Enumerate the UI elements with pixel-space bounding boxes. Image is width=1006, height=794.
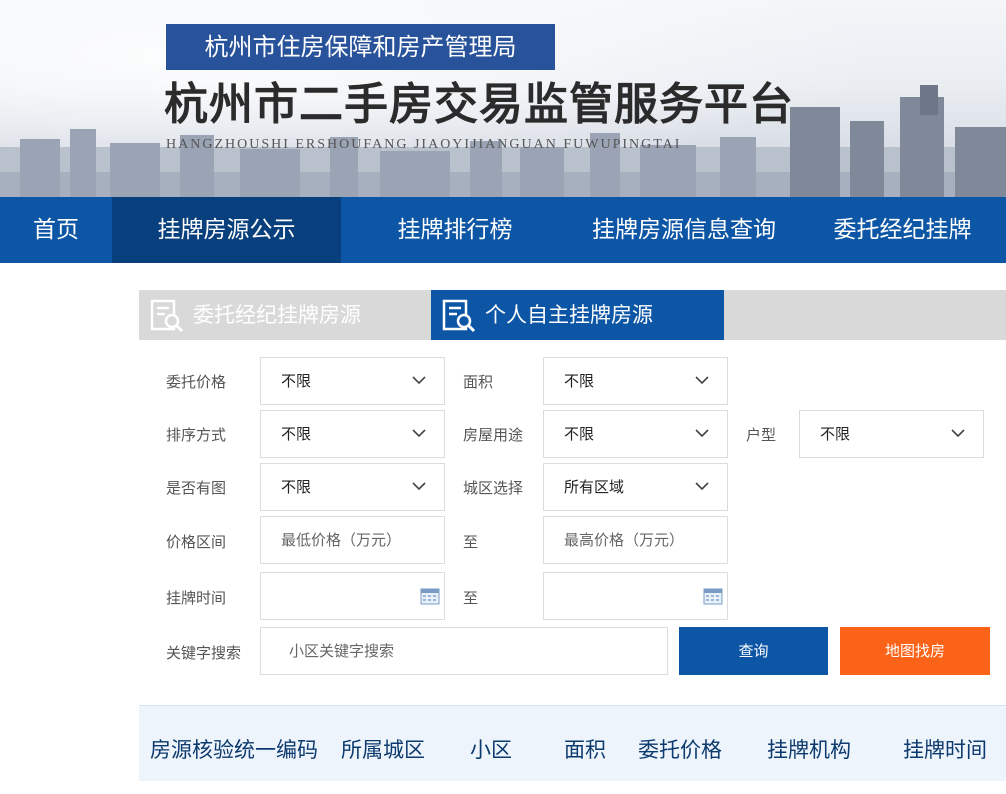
tab-personal-listings[interactable]: 个人自主挂牌房源	[431, 290, 724, 340]
nav-item-ranking[interactable]: 挂牌排行榜	[341, 197, 569, 263]
tab-broker-listings[interactable]: 委托经纪挂牌房源	[139, 290, 431, 340]
sort-label: 排序方式	[166, 426, 227, 444]
price-select-value: 不限	[281, 372, 312, 390]
chevron-down-icon	[412, 376, 426, 385]
chevron-down-icon	[412, 429, 426, 438]
chevron-down-icon	[951, 429, 965, 438]
map-search-button[interactable]: 地图找房	[840, 627, 990, 675]
price-range-label: 价格区间	[166, 533, 227, 551]
header-banner: 杭州市住房保障和房产管理局 杭州市二手房交易监管服务平台 HANGZHOUSHI…	[0, 0, 1006, 197]
keyword-search-box	[260, 627, 668, 675]
min-price-input[interactable]: 最低价格（万元）	[260, 516, 445, 564]
price-select[interactable]: 不限	[260, 357, 445, 405]
keyword-search-input[interactable]	[261, 628, 667, 674]
layout-label: 户型	[746, 426, 777, 444]
area-label: 面积	[463, 373, 494, 391]
min-price-placeholder: 最低价格（万元）	[281, 531, 402, 549]
price-label: 委托价格	[166, 373, 227, 391]
price-range-to-label: 至	[463, 533, 479, 551]
tab-bar-filler	[724, 290, 1006, 340]
nav-item-listing-publicity[interactable]: 挂牌房源公示	[112, 197, 341, 263]
main-nav: 首页 挂牌房源公示 挂牌排行榜 挂牌房源信息查询 委托经纪挂牌	[0, 197, 1006, 263]
has-photo-label: 是否有图	[166, 479, 227, 497]
chevron-down-icon	[695, 376, 709, 385]
area-select-value: 不限	[564, 372, 595, 390]
list-time-start-input[interactable]	[260, 572, 445, 620]
query-button[interactable]: 查询	[679, 627, 828, 675]
column-header-list-time: 挂牌时间	[903, 738, 987, 762]
sort-select-value: 不限	[281, 425, 312, 443]
tab-personal-listings-label: 个人自主挂牌房源	[485, 303, 653, 327]
list-time-end-input[interactable]	[543, 572, 728, 620]
platform-title: 杭州市二手房交易监管服务平台	[164, 79, 794, 130]
district-select[interactable]: 所有区域	[543, 463, 728, 511]
column-header-community: 小区	[470, 738, 512, 762]
nav-item-broker-listing[interactable]: 委托经纪挂牌	[799, 197, 1006, 263]
calendar-icon[interactable]	[703, 587, 723, 605]
column-header-price: 委托价格	[638, 738, 722, 762]
chevron-down-icon	[412, 482, 426, 491]
chevron-down-icon	[695, 482, 709, 491]
document-search-icon	[442, 299, 476, 333]
layout-select-value: 不限	[820, 425, 851, 443]
agency-name: 杭州市住房保障和房产管理局	[204, 33, 517, 61]
calendar-icon[interactable]	[420, 587, 440, 605]
keyword-label: 关键字搜索	[166, 644, 242, 662]
nav-item-home[interactable]: 首页	[0, 197, 112, 263]
layout-select[interactable]: 不限	[799, 410, 984, 458]
district-select-value: 所有区域	[564, 478, 625, 496]
column-header-district: 所属城区	[341, 738, 425, 762]
list-time-label: 挂牌时间	[166, 589, 227, 607]
sort-select[interactable]: 不限	[260, 410, 445, 458]
usage-label: 房屋用途	[463, 426, 524, 444]
column-header-listing-code: 房源核验统一编码	[150, 738, 318, 762]
usage-select-value: 不限	[564, 425, 595, 443]
document-search-icon	[150, 299, 184, 333]
list-time-to-label: 至	[463, 589, 479, 607]
results-table-header: 房源核验统一编码 所属城区 小区 面积 委托价格 挂牌机构 挂牌时间	[139, 705, 1006, 781]
has-photo-select-value: 不限	[281, 478, 312, 496]
max-price-placeholder: 最高价格（万元）	[564, 531, 685, 549]
column-header-agency: 挂牌机构	[767, 738, 851, 762]
column-header-area: 面积	[564, 738, 606, 762]
agency-name-box: 杭州市住房保障和房产管理局	[166, 24, 555, 70]
chevron-down-icon	[695, 429, 709, 438]
platform-pinyin: HANGZHOUSHI ERSHOUFANG JIAOYIJIANGUAN FU…	[166, 137, 682, 152]
district-label: 城区选择	[463, 479, 524, 497]
max-price-input[interactable]: 最高价格（万元）	[543, 516, 728, 564]
area-select[interactable]: 不限	[543, 357, 728, 405]
tab-broker-listings-label: 委托经纪挂牌房源	[193, 303, 361, 327]
usage-select[interactable]: 不限	[543, 410, 728, 458]
has-photo-select[interactable]: 不限	[260, 463, 445, 511]
nav-item-listing-query[interactable]: 挂牌房源信息查询	[569, 197, 799, 263]
